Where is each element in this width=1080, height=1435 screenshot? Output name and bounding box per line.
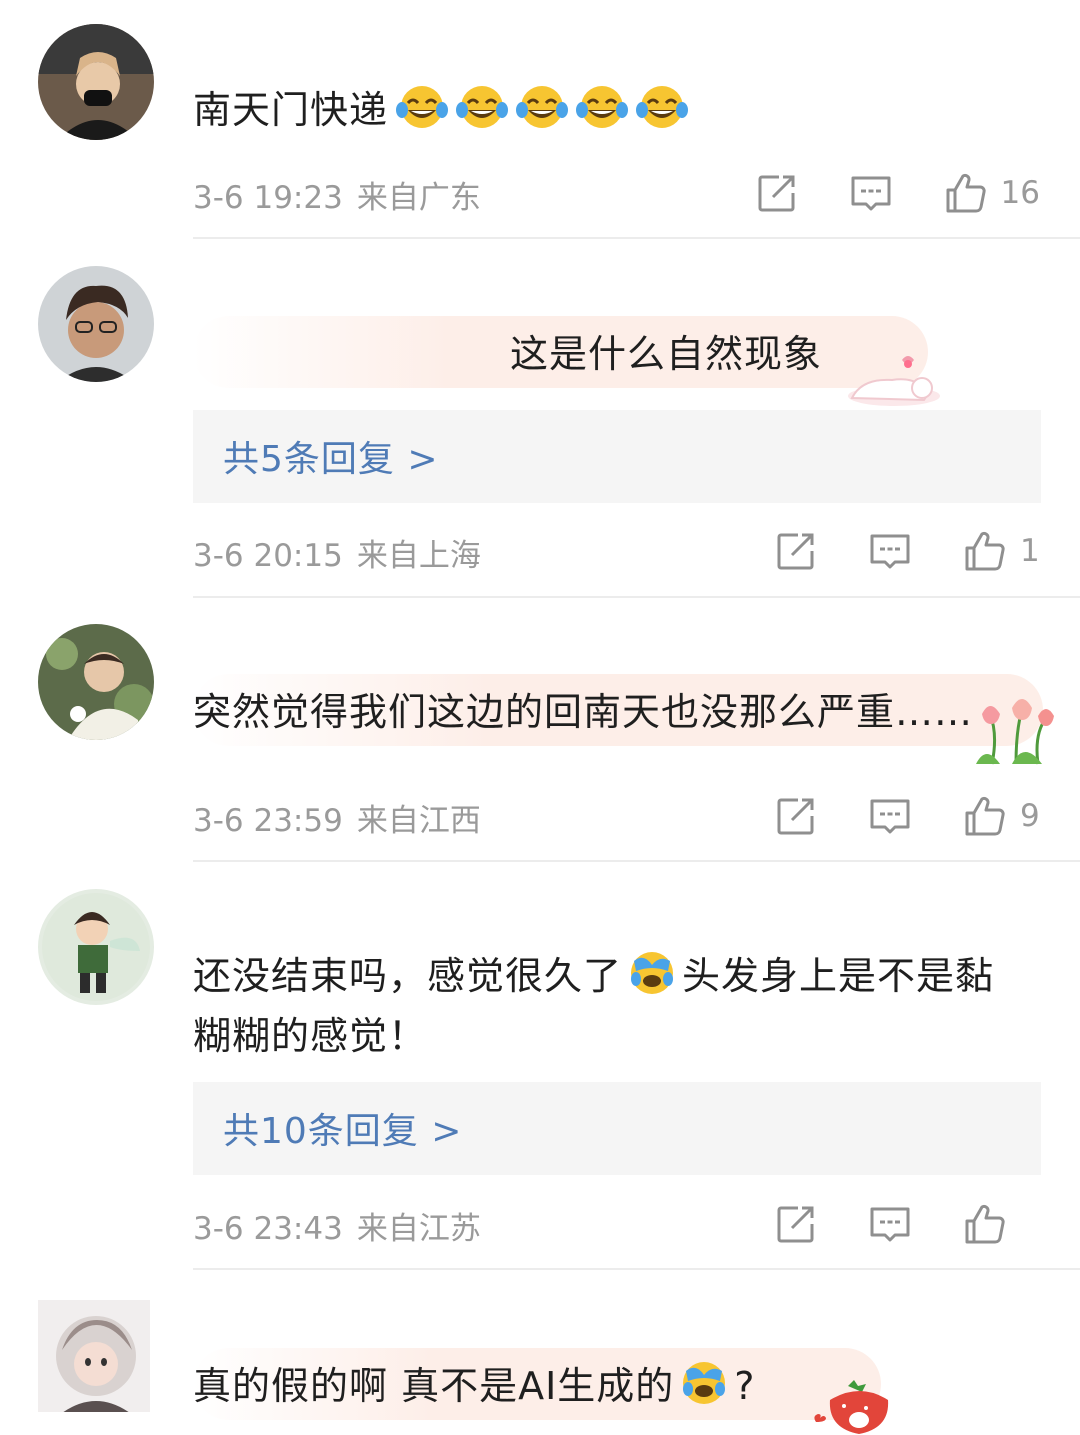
location: 来自广东 <box>356 180 481 216</box>
location: 来自江西 <box>356 803 481 839</box>
comment-actions: 1 <box>774 528 1040 574</box>
avatar[interactable] <box>38 266 154 382</box>
comment-icon[interactable] <box>868 794 912 838</box>
timestamp: 3-6 19:23 <box>193 180 343 216</box>
like-icon[interactable] <box>962 529 1006 573</box>
comment-text: 还没结束吗，感觉很久了 头发身上是不是黏糊糊的感觉！ <box>193 946 1033 1066</box>
comment-icon[interactable] <box>849 171 893 215</box>
timestamp: 3-6 20:15 <box>193 538 343 574</box>
location: 来自上海 <box>356 538 481 574</box>
repost-icon[interactable] <box>774 794 818 838</box>
comment-icon[interactable] <box>868 1202 912 1246</box>
comment-actions: 9 <box>774 793 1040 839</box>
strawberry-sticker-icon <box>814 1380 889 1434</box>
crying-laughing-emoji <box>678 1359 730 1407</box>
avatar[interactable] <box>38 24 154 140</box>
comment-text: 南天门快递 <box>193 80 688 140</box>
repost-icon[interactable] <box>774 1202 818 1246</box>
laughing-tears-emoji <box>576 83 628 131</box>
location: 来自江苏 <box>356 1211 481 1247</box>
laughing-tears-emoji <box>516 83 568 131</box>
avatar[interactable] <box>38 624 154 740</box>
comment-actions <box>774 1201 1040 1247</box>
avatar[interactable] <box>38 1300 150 1412</box>
like-count: 1 <box>1020 533 1040 569</box>
comment-text-content: 还没结束吗，感觉很久了 <box>193 954 623 998</box>
comment-icon[interactable] <box>868 529 912 573</box>
reply-count-link[interactable]: 共5条回复 > <box>223 430 439 482</box>
reply-count-box[interactable]: 共5条回复 > <box>193 410 1041 503</box>
comment-meta: 3-6 23:43 来自江苏 <box>193 1203 495 1248</box>
comment-actions: 16 <box>755 170 1040 216</box>
laughing-tears-emoji <box>396 83 448 131</box>
like-icon[interactable] <box>962 794 1006 838</box>
repost-icon[interactable] <box>755 171 799 215</box>
like-count: 9 <box>1020 798 1040 834</box>
comment-text: 这是什么自然现象 <box>510 324 822 384</box>
divider <box>193 596 1080 598</box>
laughing-tears-emoji <box>636 83 688 131</box>
repost-icon[interactable] <box>774 529 818 573</box>
like-icon[interactable] <box>943 171 987 215</box>
divider <box>193 1268 1080 1270</box>
avatar[interactable] <box>38 889 154 1005</box>
divider <box>193 860 1080 862</box>
comment-meta: 3-6 23:59 来自江西 <box>193 795 495 840</box>
comment-meta: 3-6 20:15 来自上海 <box>193 530 495 575</box>
comment-text-content-2: ? <box>734 1364 756 1408</box>
crying-laughing-emoji <box>626 949 678 997</box>
reply-count-link[interactable]: 共10条回复 > <box>223 1102 462 1154</box>
comment-text: 真的假的啊 真不是AI生成的? <box>193 1356 755 1416</box>
timestamp: 3-6 23:59 <box>193 803 343 839</box>
comment-text: 突然觉得我们这边的回南天也没那么严重…… <box>193 682 973 742</box>
comment-text-content: 南天门快递 <box>193 88 389 132</box>
like-icon[interactable] <box>962 1202 1006 1246</box>
cat-sticker-icon <box>848 356 940 406</box>
tulip-sticker-icon <box>976 699 1054 765</box>
comment-text-content: 真的假的啊 真不是AI生成的 <box>193 1364 675 1408</box>
comment-meta: 3-6 19:23 来自广东 <box>193 172 495 217</box>
comment-text-content: 这是什么自然现象 <box>510 332 823 376</box>
laughing-tears-emoji <box>456 83 508 131</box>
timestamp: 3-6 23:43 <box>193 1211 343 1247</box>
comment-text-content: 突然觉得我们这边的回南天也没那么严重…… <box>193 690 974 734</box>
divider <box>193 237 1080 239</box>
reply-count-box[interactable]: 共10条回复 > <box>193 1082 1041 1175</box>
like-count: 16 <box>1000 175 1040 211</box>
